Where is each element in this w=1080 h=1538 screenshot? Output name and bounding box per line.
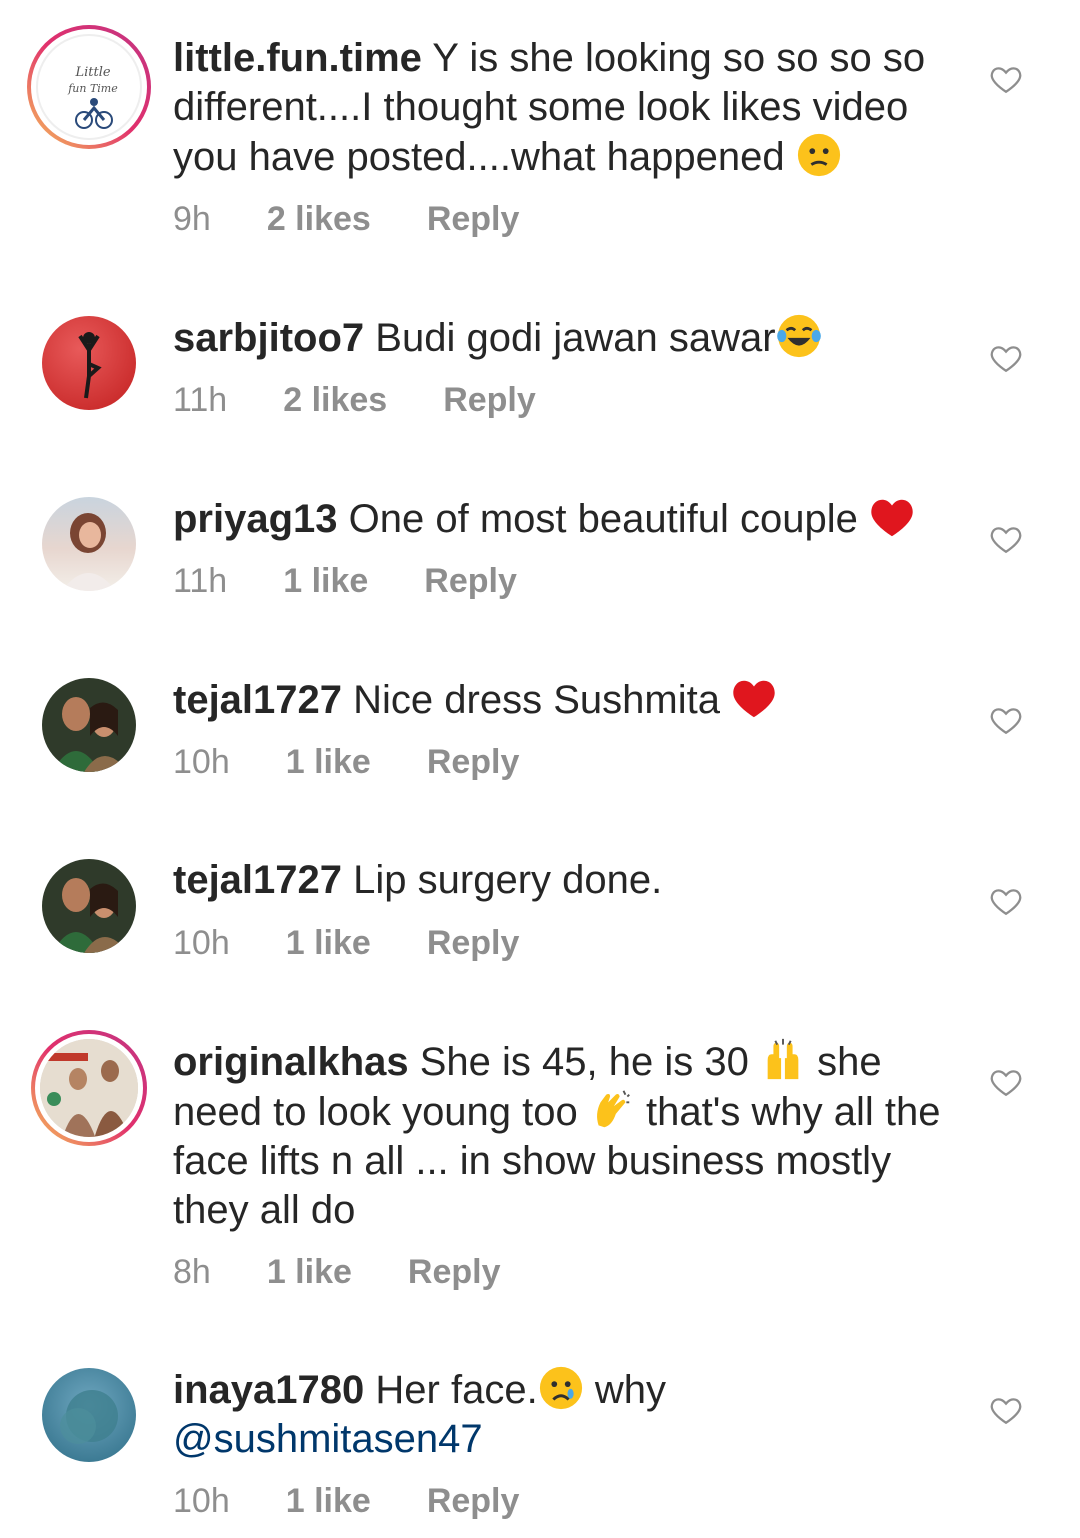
comment-text: priyag13 One of most beautiful couple: [173, 494, 963, 544]
comment-meta: 11h 1 like Reply: [173, 562, 573, 601]
couple-icon: [52, 878, 128, 953]
likes-count[interactable]: 1 like: [286, 1482, 371, 1521]
like-heart-icon[interactable]: [988, 341, 1024, 375]
timestamp: 11h: [173, 381, 228, 419]
avatar[interactable]: [42, 316, 136, 410]
timestamp: 10h: [173, 1482, 230, 1520]
reply-button[interactable]: Reply: [427, 743, 520, 782]
like-heart-icon[interactable]: [988, 1065, 1024, 1099]
crying-face-icon: [538, 1365, 584, 1411]
comment-meta: 8h 1 like Reply: [173, 1253, 557, 1292]
timestamp: 11h: [173, 562, 228, 600]
reply-button[interactable]: Reply: [408, 1253, 501, 1292]
comment-text: originalkhas She is 45, he is 30 she nee…: [173, 1037, 963, 1235]
like-heart-icon[interactable]: [988, 703, 1024, 737]
confused-face-icon: [796, 132, 842, 178]
comment-text: tejal1727 Nice dress Sushmita: [173, 675, 963, 725]
reply-button[interactable]: Reply: [427, 200, 520, 239]
likes-count[interactable]: 2 likes: [267, 200, 371, 239]
svg-text:fun Time: fun Time: [67, 82, 118, 95]
timestamp: 10h: [173, 924, 230, 962]
username[interactable]: inaya1780: [173, 1368, 364, 1412]
username[interactable]: sarbjitoo7: [173, 316, 364, 360]
clapping-hands-icon: [596, 1090, 630, 1128]
timestamp: 9h: [173, 200, 211, 238]
likes-count[interactable]: 1 like: [283, 562, 368, 601]
red-heart-icon: [731, 675, 777, 721]
username[interactable]: little.fun.time: [173, 36, 422, 80]
avatar[interactable]: [42, 678, 136, 772]
avatar[interactable]: [42, 1368, 136, 1462]
comment-text: sarbjitoo7 Budi godi jawan sawar: [173, 313, 963, 363]
username[interactable]: tejal1727: [173, 858, 342, 902]
reply-button[interactable]: Reply: [427, 1482, 520, 1521]
red-heart-icon: [869, 494, 915, 540]
avatar[interactable]: Little fun Time: [27, 25, 151, 149]
avatar[interactable]: [42, 497, 136, 591]
comment-meta: 10h 1 like Reply: [173, 743, 575, 782]
avatar[interactable]: [42, 859, 136, 953]
yoga-silhouette-icon: [78, 332, 102, 399]
comment-text: little.fun.time Y is she looking so so s…: [173, 36, 926, 179]
timestamp: 10h: [173, 743, 230, 781]
likes-count[interactable]: 1 like: [286, 743, 371, 782]
comment-meta: 10h 1 like Reply: [173, 924, 575, 963]
mention-link[interactable]: @sushmitasen47: [173, 1417, 483, 1461]
reply-button[interactable]: Reply: [424, 562, 517, 601]
reply-button[interactable]: Reply: [443, 381, 536, 420]
timestamp: 8h: [173, 1253, 211, 1291]
username[interactable]: priyag13: [173, 497, 338, 541]
likes-count[interactable]: 2 likes: [283, 381, 387, 420]
like-heart-icon[interactable]: [988, 1393, 1024, 1427]
avatar[interactable]: [31, 1030, 147, 1146]
reply-button[interactable]: Reply: [427, 924, 520, 963]
comment-meta: 9h 2 likes Reply: [173, 200, 575, 239]
comment-text: inaya1780 Her face. why @sushmitasen47: [173, 1365, 963, 1464]
like-heart-icon[interactable]: [988, 62, 1024, 96]
comment-meta: 10h 1 like Reply: [173, 1482, 575, 1521]
like-heart-icon[interactable]: [988, 522, 1024, 556]
magazine-cover-icon: [40, 1039, 138, 1137]
likes-count[interactable]: 1 like: [286, 924, 371, 963]
likes-count[interactable]: 1 like: [267, 1253, 352, 1292]
portrait-icon: [62, 513, 116, 591]
logo-avatar-icon: Little fun Time: [67, 65, 118, 129]
svg-text:Little: Little: [74, 65, 110, 80]
tears-of-joy-icon: [776, 313, 821, 359]
like-heart-icon[interactable]: [988, 884, 1024, 918]
username[interactable]: tejal1727: [173, 678, 342, 722]
raising-hands-icon: [767, 1038, 799, 1080]
couple-icon: [52, 697, 128, 772]
username[interactable]: originalkhas: [173, 1040, 409, 1084]
tree-icon: [60, 1390, 118, 1444]
comment-text: tejal1727 Lip surgery done.: [173, 858, 663, 902]
comment-meta: 11h 2 likes Reply: [173, 381, 592, 420]
